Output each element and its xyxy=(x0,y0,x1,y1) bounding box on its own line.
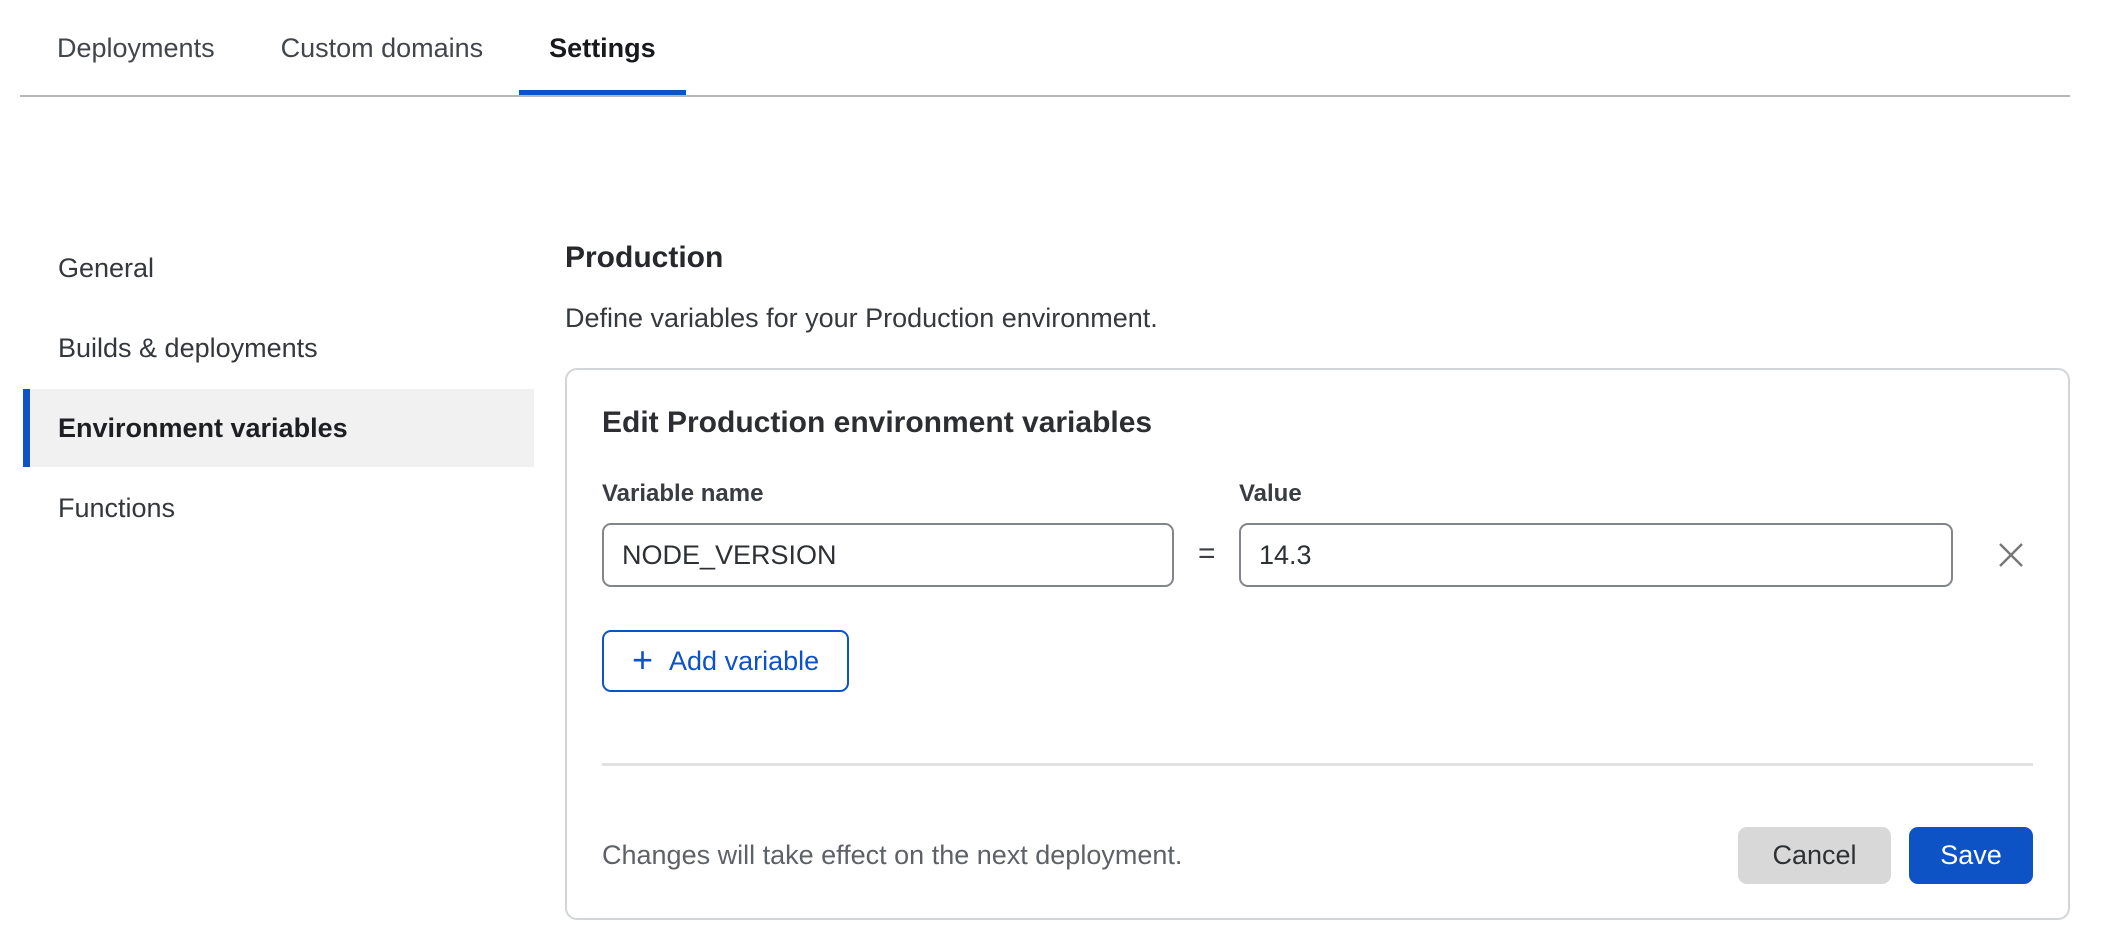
sidebar-item-functions[interactable]: Functions xyxy=(23,469,534,547)
close-icon xyxy=(1996,540,2026,570)
variable-value-input[interactable] xyxy=(1239,523,1953,587)
save-button[interactable]: Save xyxy=(1909,827,2033,884)
cancel-button[interactable]: Cancel xyxy=(1738,827,1891,884)
tab-deployments[interactable]: Deployments xyxy=(27,0,245,97)
variable-row: Variable name = Value xyxy=(602,479,2033,587)
section-description: Define variables for your Production env… xyxy=(565,302,2070,335)
sidebar-item-environment-variables[interactable]: Environment variables xyxy=(23,389,534,467)
card-footer: Changes will take effect on the next dep… xyxy=(602,827,2033,884)
equals-sign: = xyxy=(1174,523,1238,587)
variable-name-input[interactable] xyxy=(602,523,1174,587)
variable-name-field: Variable name xyxy=(602,479,1174,587)
edit-variables-card: Edit Production environment variables Va… xyxy=(565,368,2070,920)
variable-value-label: Value xyxy=(1239,479,1953,509)
sidebar-item-general[interactable]: General xyxy=(23,229,534,307)
main-panel: Production Define variables for your Pro… xyxy=(565,97,2070,920)
add-variable-label: Add variable xyxy=(669,646,819,677)
tabs: Deployments Custom domains Settings xyxy=(0,0,2121,97)
variable-value-field: Value xyxy=(1239,479,1953,587)
tab-settings[interactable]: Settings xyxy=(519,0,686,97)
section-title: Production xyxy=(565,240,2070,276)
tab-bar-divider xyxy=(20,95,2070,97)
environment-variables-page: Deployments Custom domains Settings Gene… xyxy=(0,0,2121,948)
sidebar-item-builds-deployments[interactable]: Builds & deployments xyxy=(23,309,534,387)
add-variable-button[interactable]: + Add variable xyxy=(602,630,849,692)
tab-bar: Deployments Custom domains Settings xyxy=(0,0,2121,97)
card-title: Edit Production environment variables xyxy=(602,403,2033,443)
variable-name-label: Variable name xyxy=(602,479,1174,509)
content: General Builds & deployments Environment… xyxy=(0,97,2121,920)
card-divider xyxy=(602,763,2033,766)
tab-custom-domains[interactable]: Custom domains xyxy=(251,0,514,97)
footer-note: Changes will take effect on the next dep… xyxy=(602,840,1738,871)
remove-variable-button[interactable] xyxy=(1989,523,2033,587)
settings-sidebar: General Builds & deployments Environment… xyxy=(0,97,565,920)
